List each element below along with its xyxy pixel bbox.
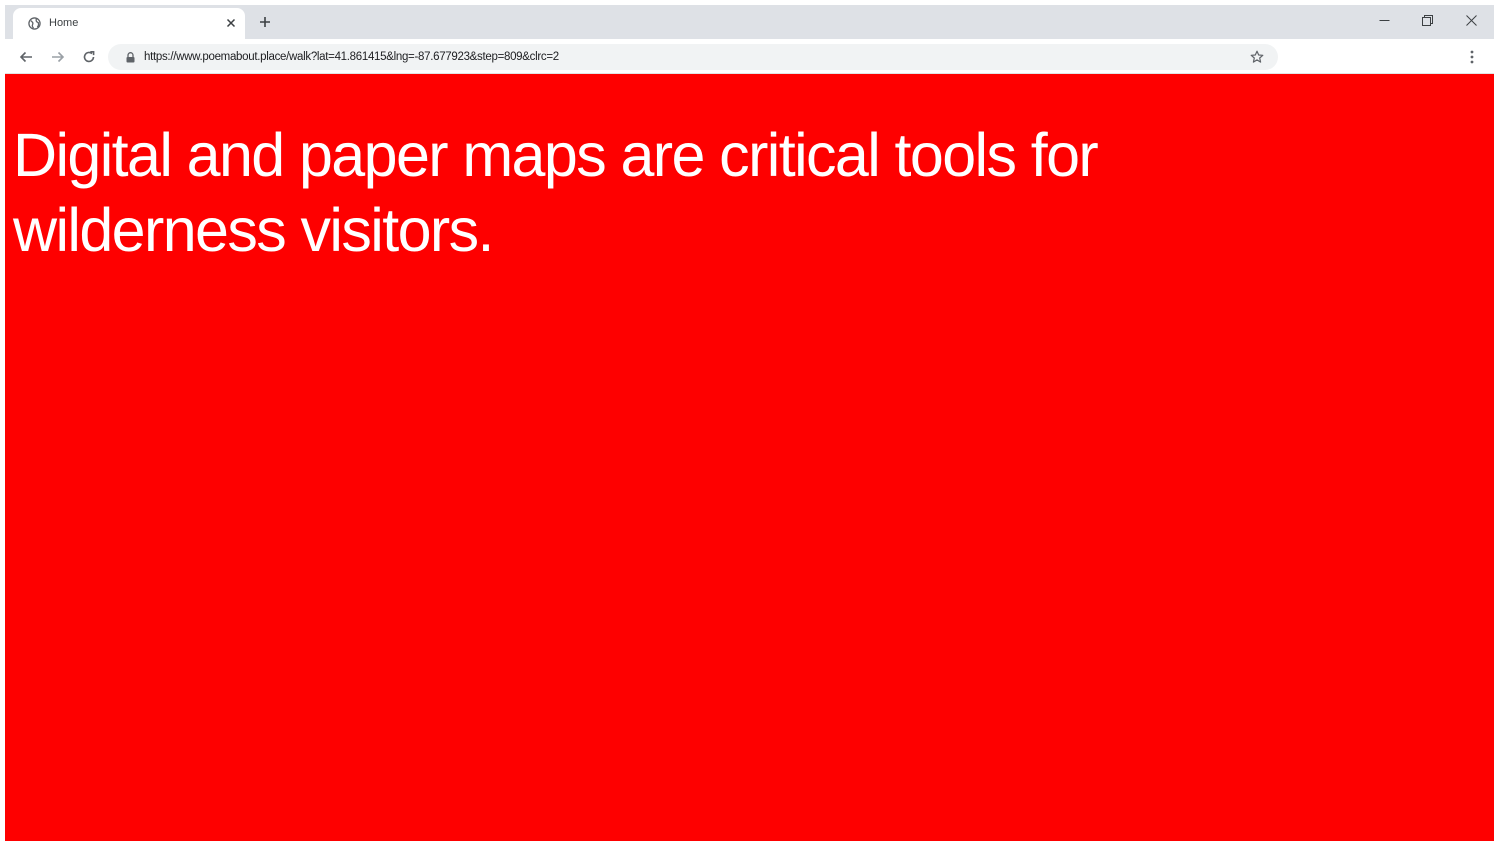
tab-title: Home: [49, 17, 79, 29]
browser-toolbar: https://www.poemabout.place/walk?lat=41.…: [5, 39, 1494, 74]
lock-icon[interactable]: [124, 51, 136, 63]
minimize-icon[interactable]: [1370, 9, 1398, 31]
page-viewport: Digital and paper maps are critical tool…: [5, 74, 1494, 841]
plus-icon[interactable]: [256, 13, 274, 31]
arrow-left-icon[interactable]: [16, 47, 36, 67]
tab-home[interactable]: Home: [13, 8, 245, 39]
url-text[interactable]: https://www.poemabout.place/walk?lat=41.…: [144, 51, 559, 64]
more-vertical-icon[interactable]: [1464, 47, 1480, 67]
close-icon[interactable]: [223, 15, 239, 31]
page-headline: Digital and paper maps are critical tool…: [13, 121, 1099, 264]
reload-icon[interactable]: [79, 47, 99, 67]
address-bar[interactable]: https://www.poemabout.place/walk?lat=41.…: [108, 44, 1278, 70]
globe-icon: [27, 16, 41, 30]
star-icon[interactable]: [1249, 49, 1265, 65]
browser-window: Home https://www.poemabout.place/walk?la…: [5, 5, 1494, 841]
window-close-icon[interactable]: [1457, 9, 1485, 31]
restore-icon[interactable]: [1413, 9, 1441, 31]
tab-strip: Home: [5, 5, 1494, 39]
arrow-right-icon[interactable]: [48, 47, 68, 67]
